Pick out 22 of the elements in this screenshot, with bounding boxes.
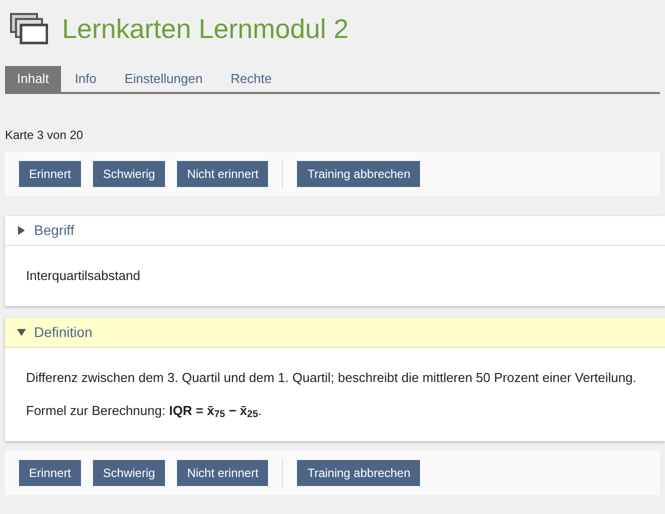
answer-button[interactable]: Nicht erinnert xyxy=(177,161,268,187)
tab[interactable]: Inhalt xyxy=(5,66,61,92)
panel-text: Interquartilsabstand xyxy=(26,267,142,285)
cancel-training-button[interactable]: Training abbrechen xyxy=(297,161,420,187)
caret-right-icon xyxy=(17,226,26,235)
tab[interactable]: Info xyxy=(60,66,110,92)
caret-down-icon xyxy=(17,328,26,336)
tab[interactable]: Einstellungen xyxy=(110,66,217,92)
answer-button[interactable]: Erinnert xyxy=(19,161,82,187)
panel-text: Differenz zwischen dem 3. Quartil und dem 1. Quartil; beschreibt die mittleren 50 Prozent einer Verteilung. xyxy=(26,368,638,387)
answer-button[interactable]: Nicht erinnert xyxy=(177,460,268,486)
answer-button[interactable]: Schwierig xyxy=(93,460,166,486)
answer-button[interactable]: Erinnert xyxy=(19,460,82,486)
panel-header[interactable]: Begriff xyxy=(5,216,665,246)
card-counter: Karte 3 von 20 xyxy=(5,127,84,144)
answer-button[interactable]: Schwierig xyxy=(93,161,166,187)
tab[interactable]: Rechte xyxy=(216,66,286,92)
panel-header[interactable]: Definition xyxy=(5,318,665,348)
cards-icon xyxy=(10,13,48,45)
panel-text: Formel zur Berechnung: IQR = x̄$_{75}$ − x̄$_{25}$. xyxy=(26,402,263,420)
page-title: Lernkarten Lernmodul 2 xyxy=(62,12,349,46)
cancel-training-button[interactable]: Training abbrechen xyxy=(297,460,420,486)
